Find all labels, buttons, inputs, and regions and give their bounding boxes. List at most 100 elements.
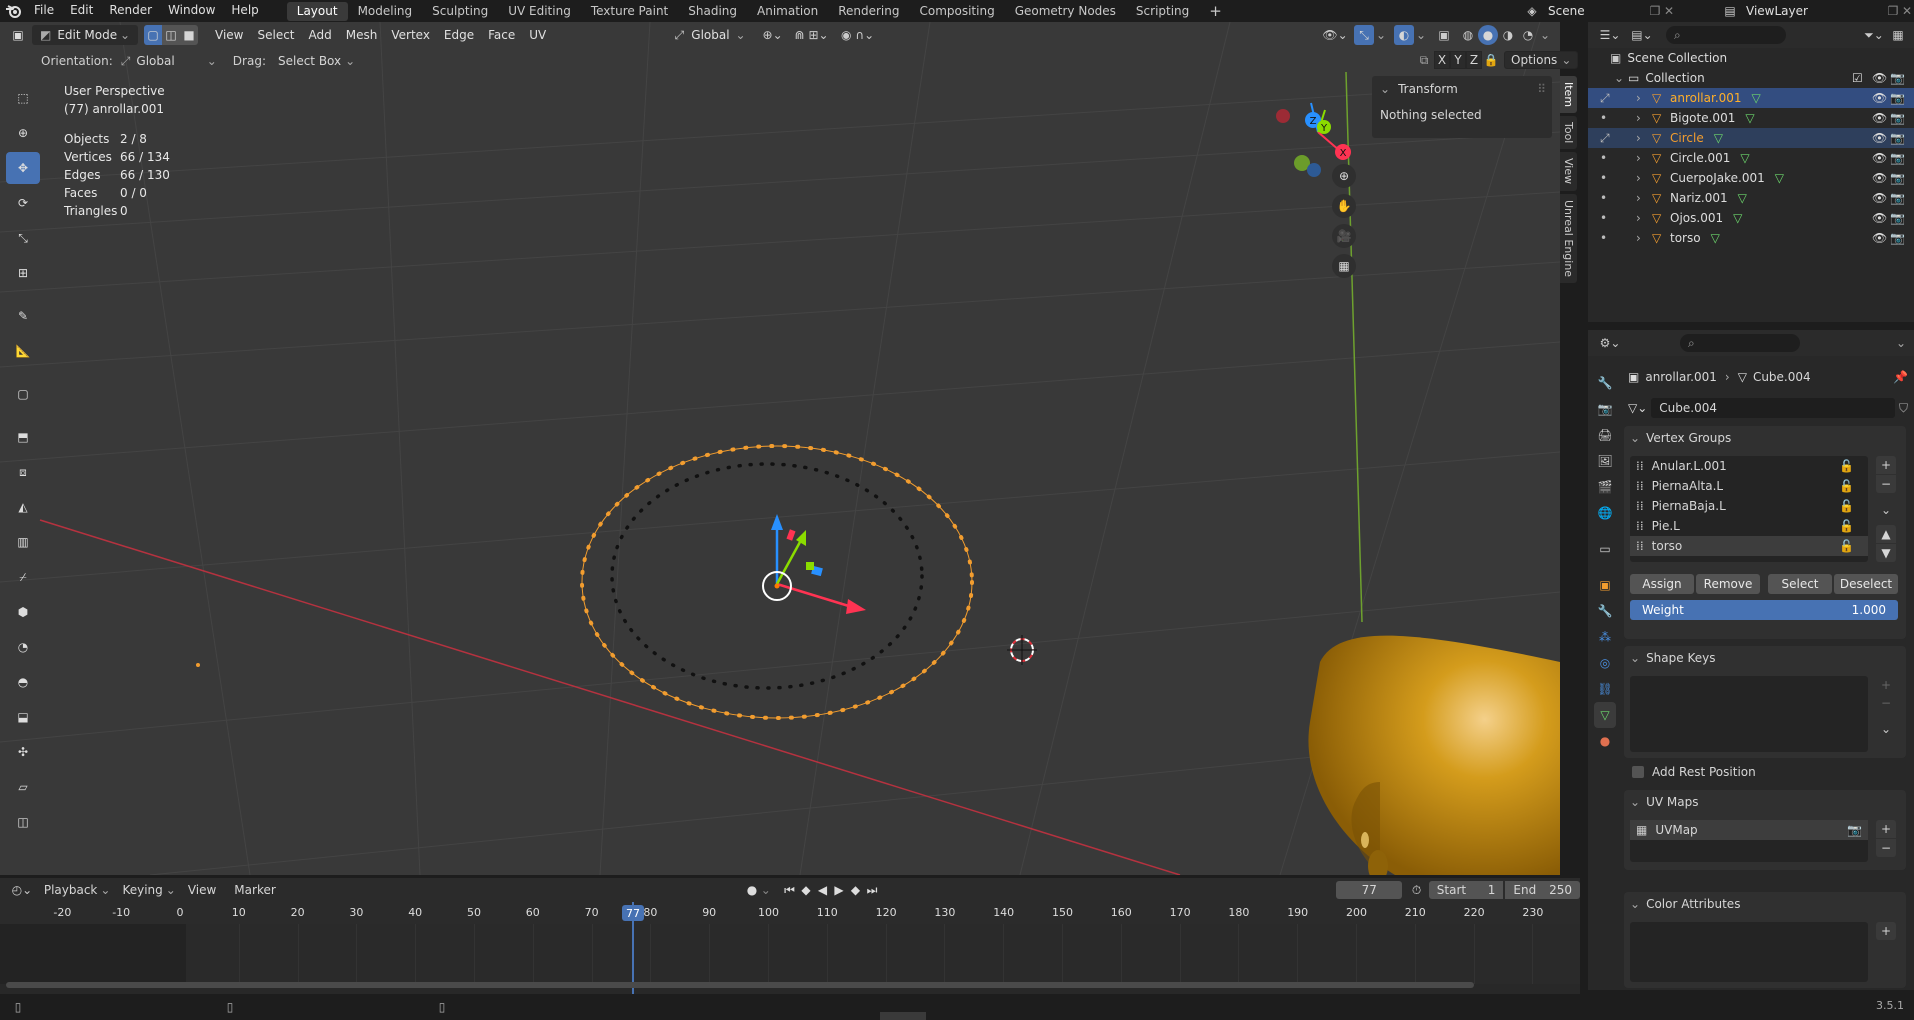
vertex-group-row[interactable]: ⁞⁞ Anular.L.001 🔓 xyxy=(1630,456,1868,476)
chevron-down-icon[interactable]: ⌄ xyxy=(1876,720,1896,738)
vertex-group-row[interactable]: ⁞⁞ torso 🔓 xyxy=(1630,536,1868,556)
rendered-shading-icon[interactable]: ◔ xyxy=(1518,28,1538,42)
color-attributes-header[interactable]: ⌄ Color Attributes xyxy=(1624,892,1906,916)
menu-file[interactable]: File xyxy=(26,0,62,21)
restrict-dot-icon[interactable]: ⤢ xyxy=(1600,91,1624,106)
drag-handle-icon[interactable]: ⠿ xyxy=(1537,82,1546,96)
face-select-icon[interactable]: ■ xyxy=(180,25,198,45)
camera-icon[interactable]: 📷 xyxy=(1890,131,1905,145)
tab-item[interactable]: Item xyxy=(1560,76,1577,114)
assign-button[interactable]: Assign xyxy=(1630,574,1694,594)
view-layer-tab-icon[interactable]: 🖼 xyxy=(1594,448,1616,474)
expand-arrow-icon[interactable]: › xyxy=(1636,111,1652,125)
add-icon[interactable]: + xyxy=(1876,456,1896,474)
expand-arrow-icon[interactable]: › xyxy=(1636,151,1652,165)
shear-tool-icon[interactable]: ▱ xyxy=(6,771,40,803)
expand-arrow-icon[interactable]: ⌄ xyxy=(1614,71,1628,85)
copy-icon[interactable]: ❐ xyxy=(1648,4,1662,18)
checkbox-icon[interactable] xyxy=(1632,766,1644,778)
mesh-data-icon[interactable]: ▽ xyxy=(1745,111,1754,125)
timeline-menu-marker[interactable]: Marker xyxy=(234,883,275,897)
scene-tab-icon[interactable]: 🎬 xyxy=(1594,474,1616,500)
inset-tool-icon[interactable]: ⧈ xyxy=(6,456,40,488)
grid-perspective-icon[interactable]: ▦ xyxy=(1332,254,1356,278)
pan-hand-icon[interactable]: ✋ xyxy=(1332,194,1356,218)
filter-icon[interactable]: ⏷⌄ xyxy=(1862,28,1886,43)
select-box-tool-icon[interactable]: ⬚ xyxy=(6,82,40,114)
eye-icon[interactable]: 👁 xyxy=(1872,171,1887,185)
menu-add[interactable]: Add xyxy=(302,25,339,45)
menu-edit[interactable]: Edit xyxy=(62,0,101,21)
transform-orientation-dropdown[interactable]: ⤢ Global ⌄ xyxy=(671,28,745,43)
properties-editor-icon[interactable]: ⚙⌄ xyxy=(1598,336,1622,350)
render-tab-icon[interactable]: 📷 xyxy=(1594,396,1616,422)
outliner-item[interactable]: • › ▽ Ojos.001 ▽ 👁 📷 xyxy=(1588,208,1914,228)
cursor-tool-icon[interactable]: ⊕ xyxy=(6,117,40,149)
menu-render[interactable]: Render xyxy=(101,0,160,21)
transform-tool-icon[interactable]: ⊞ xyxy=(6,257,40,289)
scene-selector[interactable]: ◈ Scene ❐ ✕ xyxy=(1524,0,1676,21)
remove-icon[interactable]: − xyxy=(1876,839,1896,857)
eye-icon[interactable]: 👁 xyxy=(1872,191,1887,205)
overlays-toggle-icon[interactable]: ◐ xyxy=(1394,25,1414,45)
workspace-tab-texture-paint[interactable]: Texture Paint xyxy=(581,2,678,21)
chevron-down-icon[interactable]: ⌄ xyxy=(1538,28,1552,42)
pin-icon[interactable]: 📌 xyxy=(1893,370,1908,384)
mode-dropdown[interactable]: ◩ Edit Mode ⌄ xyxy=(32,25,138,45)
orientation-dropdown[interactable]: ⤢ Global ⌄ xyxy=(121,54,217,69)
chevron-down-icon[interactable]: ⌄ xyxy=(1374,28,1388,42)
bevel-tool-icon[interactable]: ◭ xyxy=(6,491,40,523)
select-button[interactable]: Select xyxy=(1768,574,1832,594)
zoom-icon[interactable]: ⊕ xyxy=(1332,164,1356,188)
playback-menu[interactable]: Playback ⌄ xyxy=(44,883,111,897)
prev-keyframe-icon[interactable]: ◆ xyxy=(798,883,815,897)
shape-keys-list[interactable] xyxy=(1630,676,1868,752)
mesh-data-icon[interactable]: ▽ xyxy=(1714,131,1723,145)
mesh-data-icon[interactable]: ▽ xyxy=(1711,231,1720,245)
mesh-data-icon[interactable]: ▽ xyxy=(1752,91,1761,105)
add-icon[interactable]: + xyxy=(1876,820,1896,838)
tab-view[interactable]: View xyxy=(1560,152,1577,191)
measure-tool-icon[interactable]: 📐 xyxy=(6,335,40,367)
blender-logo-icon[interactable] xyxy=(0,0,26,21)
collection-tab-icon[interactable]: ▭ xyxy=(1594,536,1616,562)
vertex-group-row[interactable]: ⁞⁞ PiernaBaja.L 🔓 xyxy=(1630,496,1868,516)
move-down-icon[interactable]: ▼ xyxy=(1876,544,1896,562)
uv-map-row[interactable]: ▦ UVMap 📷 xyxy=(1630,820,1868,840)
options-dropdown[interactable]: Options ⌄ xyxy=(1504,51,1579,69)
current-frame-field[interactable]: 77 xyxy=(1336,881,1403,899)
move-gizmo[interactable] xyxy=(762,514,866,614)
spin-tool-icon[interactable]: ◔ xyxy=(6,631,40,663)
outliner-item[interactable]: • › ▽ Circle.001 ▽ 👁 📷 xyxy=(1588,148,1914,168)
jump-start-icon[interactable]: ⏮ xyxy=(781,883,798,898)
pivot-point-icon[interactable]: ⊕⌄ xyxy=(760,28,786,42)
move-up-icon[interactable]: ▲ xyxy=(1876,525,1896,543)
material-shading-icon[interactable]: ◑ xyxy=(1498,28,1518,42)
expand-arrow-icon[interactable]: › xyxy=(1636,211,1652,225)
modifier-tab-icon[interactable]: 🔧 xyxy=(1594,598,1616,624)
eye-icon[interactable]: 👁 xyxy=(1872,131,1887,145)
timeline-area[interactable]: -20 -10 0 10 20 30 40 50 60 70 80 90 100 110 120 130 140… xyxy=(0,902,1580,994)
rotate-tool-icon[interactable]: ⟳ xyxy=(6,187,40,219)
expand-arrow-icon[interactable]: › xyxy=(1636,231,1652,245)
restrict-dot-icon[interactable]: • xyxy=(1600,151,1624,165)
lock-icon[interactable]: 🔓 xyxy=(1839,479,1854,493)
timeline-editor-icon[interactable]: ◴⌄ xyxy=(10,883,34,897)
eye-icon[interactable]: 👁 xyxy=(1872,111,1887,125)
proportional-editing-icon[interactable]: ◉ ∩⌄ xyxy=(838,28,878,42)
restrict-dot-icon[interactable]: • xyxy=(1600,191,1624,205)
eye-icon[interactable]: 👁 xyxy=(1872,71,1887,85)
timeline-menu-view[interactable]: View xyxy=(188,883,216,897)
workspace-tab-compositing[interactable]: Compositing xyxy=(909,2,1004,21)
lock-icon[interactable]: 🔓 xyxy=(1839,459,1854,473)
color-attributes-list[interactable] xyxy=(1630,922,1868,982)
vertex-select-icon[interactable]: ▢ xyxy=(144,25,162,45)
fake-user-shield-icon[interactable]: ⛉ xyxy=(1899,401,1908,416)
properties-search-field[interactable]: ⌕ xyxy=(1680,334,1800,352)
snap-magnet-icon[interactable]: ⋒ ⊞⌄ xyxy=(792,28,832,42)
edge-slide-tool-icon[interactable]: ⬓ xyxy=(6,701,40,733)
workspace-tab-geometry-nodes[interactable]: Geometry Nodes xyxy=(1005,2,1126,21)
camera-icon[interactable]: 📷 xyxy=(1890,171,1905,185)
outliner-scene-collection[interactable]: ▣ Scene Collection xyxy=(1588,48,1914,68)
checkbox-icon[interactable]: ☑ xyxy=(1852,71,1863,85)
